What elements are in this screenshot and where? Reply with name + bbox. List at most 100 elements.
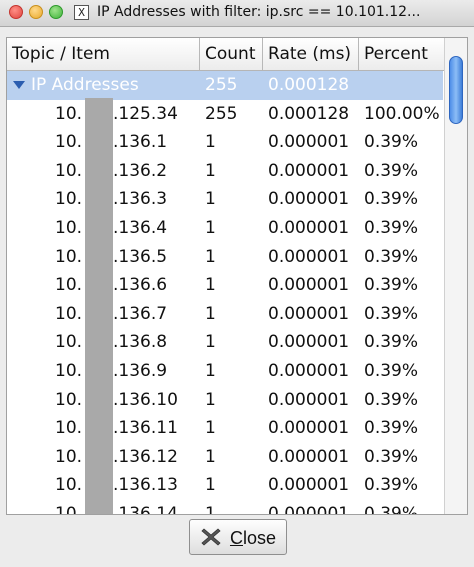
- window-maximize-icon[interactable]: [49, 5, 63, 19]
- row-count: 1: [205, 303, 216, 324]
- table-row[interactable]: 10. .136.8 1 0.000001 0.39%: [7, 328, 443, 357]
- ip-prefix: 10.: [55, 189, 83, 210]
- ip-prefix: 10.: [55, 332, 83, 353]
- table-row[interactable]: 10. .136.5 1 0.000001 0.39%: [7, 243, 443, 272]
- statistics-tree[interactable]: Topic / Item Count Rate (ms) Percent IP …: [6, 37, 468, 515]
- table-row[interactable]: 10. .136.14 1 0.000001 0.39%: [7, 500, 443, 515]
- row-count: 1: [205, 189, 216, 210]
- row-count: 1: [205, 217, 216, 238]
- ip-suffix: .136.2: [113, 160, 168, 181]
- row-rate: 0.000001: [268, 275, 350, 296]
- scrollbar-thumb[interactable]: [449, 56, 463, 124]
- table-row[interactable]: 10. .136.12 1 0.000001 0.39%: [7, 443, 443, 472]
- ip-suffix: .136.14: [113, 503, 178, 515]
- row-rate: 0.000001: [268, 303, 350, 324]
- ip-suffix: .136.10: [113, 389, 178, 410]
- row-count: 1: [205, 389, 216, 410]
- row-percent: 0.39%: [364, 217, 419, 238]
- row-percent: 0.39%: [364, 446, 419, 467]
- expander-down-icon[interactable]: [13, 81, 25, 89]
- row-percent: 0.39%: [364, 189, 419, 210]
- row-percent: 0.39%: [364, 160, 419, 181]
- ip-suffix: .125.34: [113, 103, 178, 124]
- row-count: 255: [205, 103, 238, 124]
- row-rate: 0.000001: [268, 503, 350, 515]
- x11-app-icon: X: [74, 5, 89, 20]
- column-count[interactable]: Count: [200, 38, 263, 70]
- ip-suffix: .136.11: [113, 418, 178, 439]
- close-label: lose: [242, 528, 277, 548]
- ip-suffix: .136.12: [113, 446, 178, 467]
- row-percent: 0.39%: [364, 332, 419, 353]
- ip-prefix: 10.: [55, 446, 83, 467]
- row-percent: 0.39%: [364, 360, 419, 381]
- ip-prefix: 10.: [55, 389, 83, 410]
- row-rate: 0.000001: [268, 475, 350, 496]
- ip-prefix: 10.: [55, 503, 83, 515]
- table-row[interactable]: 10. .136.10 1 0.000001 0.39%: [7, 386, 443, 415]
- ip-suffix: .136.3: [113, 189, 168, 210]
- row-count: 1: [205, 160, 216, 181]
- row-rate: 0.000001: [268, 446, 350, 467]
- table-row[interactable]: 10. .136.2 1 0.000001 0.39%: [7, 157, 443, 186]
- title-bar[interactable]: X IP Addresses with filter: ip.src == 10…: [0, 0, 474, 27]
- row-count: 1: [205, 475, 216, 496]
- close-mnemonic: C: [229, 528, 243, 548]
- row-rate: 0.000001: [268, 132, 350, 153]
- ip-prefix: 10.: [55, 103, 83, 124]
- row-percent: 0.39%: [364, 475, 419, 496]
- row-count: 1: [205, 246, 216, 267]
- ip-prefix: 10.: [55, 418, 83, 439]
- row-rate: 0.000001: [268, 217, 350, 238]
- table-row[interactable]: 10. .136.7 1 0.000001 0.39%: [7, 300, 443, 329]
- column-rate[interactable]: Rate (ms): [263, 38, 359, 70]
- column-header: Topic / Item Count Rate (ms) Percent: [7, 38, 467, 71]
- table-row[interactable]: 10. .136.1 1 0.000001 0.39%: [7, 128, 443, 157]
- ip-prefix: 10.: [55, 160, 83, 181]
- row-rate: 0.000001: [268, 160, 350, 181]
- table-row[interactable]: 10. .136.6 1 0.000001 0.39%: [7, 271, 443, 300]
- window-minimize-icon[interactable]: [29, 5, 43, 19]
- row-percent: 100.00%: [364, 103, 440, 124]
- table-row[interactable]: 10. .136.9 1 0.000001 0.39%: [7, 357, 443, 386]
- table-row[interactable]: 10. .136.4 1 0.000001 0.39%: [7, 214, 443, 243]
- ip-suffix: .136.5: [113, 246, 168, 267]
- table-row[interactable]: 10. .125.34 255 0.000128 100.00%: [7, 100, 443, 129]
- row-rate: 0.000001: [268, 189, 350, 210]
- row-percent: 0.39%: [364, 389, 419, 410]
- row-count: 1: [205, 418, 216, 439]
- ip-suffix: .136.4: [113, 217, 168, 238]
- row-count: 1: [205, 332, 216, 353]
- table-row[interactable]: 10. .136.3 1 0.000001 0.39%: [7, 185, 443, 214]
- column-percent[interactable]: Percent: [359, 38, 443, 70]
- ip-prefix: 10.: [55, 217, 83, 238]
- ip-prefix: 10.: [55, 275, 83, 296]
- row-count: 1: [205, 360, 216, 381]
- row-count: 1: [205, 446, 216, 467]
- tree-row-ip-addresses[interactable]: IP Addresses 255 0.000128: [7, 71, 443, 100]
- row-percent: 0.39%: [364, 418, 419, 439]
- row-count: 1: [205, 503, 216, 515]
- window-title: IP Addresses with filter: ip.src == 10.1…: [97, 4, 421, 20]
- ip-prefix: 10.: [55, 246, 83, 267]
- table-row[interactable]: 10. .136.11 1 0.000001 0.39%: [7, 414, 443, 443]
- column-topic-item[interactable]: Topic / Item: [7, 38, 200, 70]
- table-row[interactable]: 10. .136.13 1 0.000001 0.39%: [7, 471, 443, 500]
- ip-addresses-window: X IP Addresses with filter: ip.src == 10…: [0, 0, 474, 567]
- row-percent: 0.39%: [364, 132, 419, 153]
- close-button[interactable]: Close: [189, 519, 287, 555]
- row-rate: 0.000001: [268, 360, 350, 381]
- ip-suffix: .136.1: [113, 132, 168, 153]
- close-cross-icon: [201, 528, 221, 546]
- row-rate: 0.000001: [268, 246, 350, 267]
- parent-count: 255: [205, 75, 238, 95]
- tree-rows: IP Addresses 255 0.000128 10. .125.34 255 0…: [7, 71, 443, 515]
- ip-suffix: .136.9: [113, 360, 168, 381]
- row-rate: 0.000128: [268, 103, 350, 124]
- parent-label: IP Addresses: [31, 75, 139, 95]
- ip-prefix: 10.: [55, 360, 83, 381]
- window-close-icon[interactable]: [9, 5, 23, 19]
- row-rate: 0.000001: [268, 389, 350, 410]
- vertical-scrollbar[interactable]: [444, 38, 467, 514]
- ip-suffix: .136.8: [113, 332, 168, 353]
